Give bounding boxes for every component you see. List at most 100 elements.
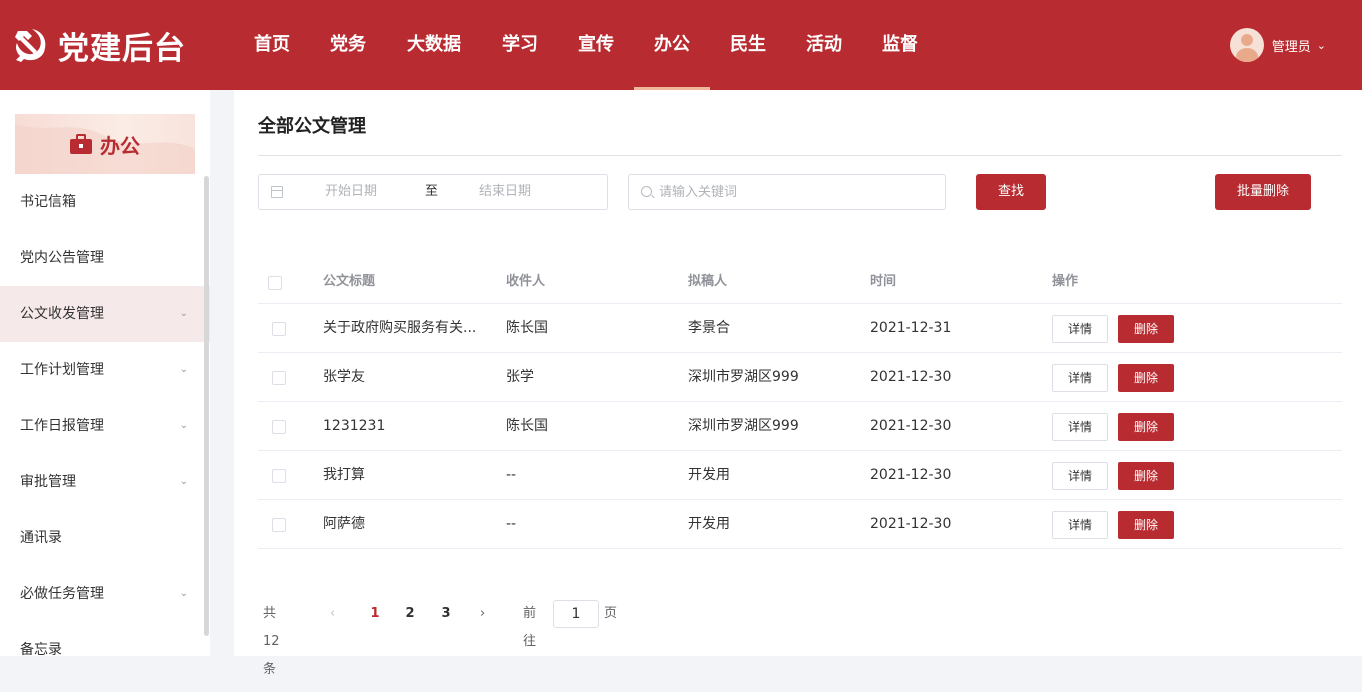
cell-drafter: 深圳市罗湖区999 <box>688 369 799 385</box>
delete-button[interactable]: 删除 <box>1118 364 1174 392</box>
find-button[interactable]: 查找 <box>976 174 1046 210</box>
sidebar-item-secretary-mailbox[interactable]: 书记信箱 <box>0 174 210 230</box>
sidebar-item-approvals[interactable]: 审批管理 ⌄ <box>0 454 210 510</box>
sidebar-item-contacts[interactable]: 通讯录 <box>0 510 210 566</box>
end-date-input[interactable]: 结束日期 <box>479 175 531 209</box>
start-date-input[interactable]: 开始日期 <box>325 175 377 209</box>
nav-office[interactable]: 办公 <box>634 0 710 90</box>
briefcase-icon <box>70 134 92 154</box>
page-2[interactable]: 2 <box>400 600 420 628</box>
row-checkbox[interactable] <box>272 371 286 385</box>
cell-time: 2021-12-30 <box>870 467 952 483</box>
delete-button[interactable]: 删除 <box>1118 462 1174 490</box>
date-separator: 至 <box>425 184 439 199</box>
sidebar-item-daily-reports[interactable]: 工作日报管理 ⌄ <box>0 398 210 454</box>
cell-recipient: -- <box>506 516 517 532</box>
table-row: 1231231 陈长国 深圳市罗湖区999 2021-12-30 详情 删除 <box>258 402 1342 451</box>
date-range-picker[interactable]: 开始日期 至 结束日期 <box>258 174 608 210</box>
prev-page-icon[interactable]: ‹ <box>330 600 335 628</box>
table-header: 公文标题 收件人 拟稿人 时间 操作 <box>258 254 1342 304</box>
sidebar-scrollbar[interactable] <box>204 176 209 636</box>
nav-supervision[interactable]: 监督 <box>862 0 938 90</box>
sidebar-item-memo[interactable]: 备忘录 <box>0 622 210 656</box>
detail-button[interactable]: 详情 <box>1052 462 1108 490</box>
sidebar-item-label: 党内公告管理 <box>20 250 104 266</box>
row-checkbox[interactable] <box>272 469 286 483</box>
page-3[interactable]: 3 <box>436 600 456 628</box>
batch-delete-button[interactable]: 批量删除 <box>1215 174 1311 210</box>
row-checkbox[interactable] <box>272 322 286 336</box>
column-header-time: 时间 <box>870 274 897 289</box>
page-title: 全部公文管理 <box>258 116 366 137</box>
user-menu[interactable]: 管理员 ⌄ <box>1229 28 1326 62</box>
delete-button[interactable]: 删除 <box>1118 511 1174 539</box>
detail-button[interactable]: 详情 <box>1052 511 1108 539</box>
cell-title: 阿萨德 <box>323 516 365 532</box>
cell-drafter: 开发用 <box>688 516 730 532</box>
total-count: 共 12 条 <box>263 606 280 677</box>
cell-title: 我打算 <box>323 467 365 483</box>
nav-home[interactable]: 首页 <box>234 0 310 90</box>
page-suffix: 页 <box>604 606 618 621</box>
nav-publicity[interactable]: 宣传 <box>558 0 634 90</box>
page-1[interactable]: 1 <box>365 600 385 628</box>
cell-drafter: 李景合 <box>688 320 730 336</box>
next-page-icon[interactable]: › <box>480 600 485 628</box>
cell-title: 张学友 <box>323 369 365 385</box>
cell-recipient: 陈长国 <box>506 320 548 336</box>
cell-time: 2021-12-30 <box>870 418 952 434</box>
sidebar-item-documents[interactable]: 公文收发管理 ⌄ <box>0 286 210 342</box>
column-header-recipient: 收件人 <box>506 274 546 289</box>
sidebar-menu: 书记信箱 党内公告管理 公文收发管理 ⌄ 工作计划管理 ⌄ 工作日报管理 ⌄ 审批管理… <box>0 174 210 656</box>
detail-button[interactable]: 详情 <box>1052 364 1108 392</box>
nav-livelihood[interactable]: 民生 <box>710 0 786 90</box>
nav-party-affairs[interactable]: 党务 <box>310 0 386 90</box>
table-row: 关于政府购买服务有关... 陈长国 李景合 2021-12-31 详情 删除 <box>258 304 1342 353</box>
sidebar-section-title: 办公 <box>100 133 140 158</box>
search-icon <box>641 186 652 197</box>
search-input[interactable] <box>659 175 939 209</box>
table-row: 张学友 张学 深圳市罗湖区999 2021-12-30 详情 删除 <box>258 353 1342 402</box>
sidebar-item-label: 书记信箱 <box>20 194 76 210</box>
detail-button[interactable]: 详情 <box>1052 413 1108 441</box>
hammer-sickle-icon <box>15 29 46 62</box>
column-header-actions: 操作 <box>1052 274 1079 289</box>
row-checkbox[interactable] <box>272 518 286 532</box>
delete-button[interactable]: 删除 <box>1118 413 1174 441</box>
cell-drafter: 开发用 <box>688 467 730 483</box>
chevron-down-icon: ⌄ <box>1316 38 1326 52</box>
nav-activities[interactable]: 活动 <box>786 0 862 90</box>
sidebar-item-work-plans[interactable]: 工作计划管理 ⌄ <box>0 342 210 398</box>
sidebar-item-label: 公文收发管理 <box>20 306 104 322</box>
sidebar-item-required-tasks[interactable]: 必做任务管理 ⌄ <box>0 566 210 622</box>
select-all-checkbox[interactable] <box>268 276 282 290</box>
cell-recipient: 张学 <box>506 369 534 385</box>
detail-button[interactable]: 详情 <box>1052 315 1108 343</box>
cell-time: 2021-12-30 <box>870 369 952 385</box>
cell-drafter: 深圳市罗湖区999 <box>688 418 799 434</box>
cell-recipient: -- <box>506 467 517 483</box>
cell-time: 2021-12-30 <box>870 516 952 532</box>
row-checkbox[interactable] <box>272 420 286 434</box>
search-box <box>628 174 946 210</box>
user-name: 管理员 <box>1271 39 1311 55</box>
delete-button[interactable]: 删除 <box>1118 315 1174 343</box>
nav-big-data[interactable]: 大数据 <box>386 0 482 90</box>
column-header-drafter: 拟稿人 <box>688 274 728 289</box>
cell-title: 1231231 <box>323 418 386 434</box>
sidebar: 办公 书记信箱 党内公告管理 公文收发管理 ⌄ 工作计划管理 ⌄ 工作日报管理 ⌄ 审… <box>0 90 210 656</box>
sidebar-item-party-notices[interactable]: 党内公告管理 <box>0 230 210 286</box>
main-nav: 首页 党务 大数据 学习 宣传 办公 民生 活动 监督 <box>234 0 938 90</box>
table-row: 阿萨德 -- 开发用 2021-12-30 详情 删除 <box>258 500 1342 549</box>
sidebar-item-label: 通讯录 <box>20 530 62 546</box>
app-logo[interactable]: 党建后台 <box>10 24 186 67</box>
calendar-icon <box>271 186 283 198</box>
documents-table: 公文标题 收件人 拟稿人 时间 操作 关于政府购买服务有关... 陈长国 李景合… <box>258 254 1342 549</box>
chevron-down-icon: ⌄ <box>179 420 188 431</box>
goto-page-input[interactable]: 1 <box>553 600 599 628</box>
nav-study[interactable]: 学习 <box>482 0 558 90</box>
cell-time: 2021-12-31 <box>870 320 952 336</box>
chevron-down-icon: ⌄ <box>179 476 188 487</box>
divider <box>258 155 1342 156</box>
chevron-down-icon: ⌄ <box>179 588 188 599</box>
